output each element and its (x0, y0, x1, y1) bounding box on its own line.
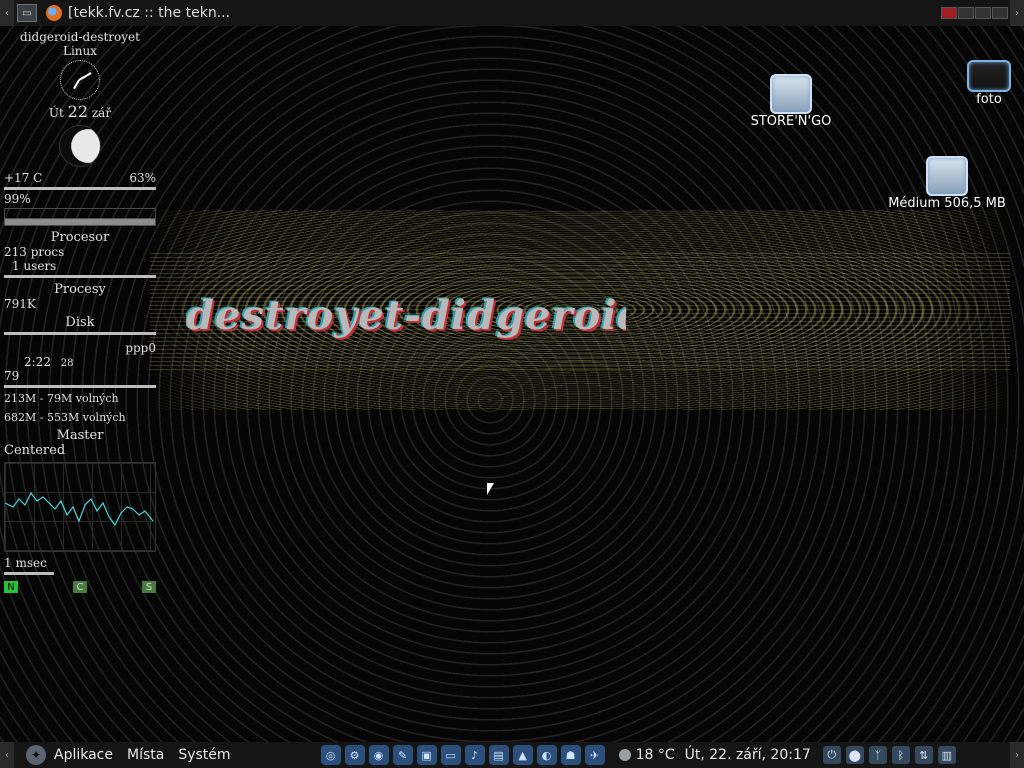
bluetooth-icon[interactable]: ᛒ (891, 746, 910, 764)
desktop-icon-storengo[interactable]: STORE'N'GO (748, 74, 834, 129)
desktop-icon-label: foto (976, 92, 1002, 107)
launcher-bar: ◎ ⚙ ◉ ✎ ▣ ▭ ♪ ▤ ▲ ◐ ☗ ✈ (320, 745, 605, 765)
terminal-icon[interactable]: ▣ (416, 745, 437, 765)
conky-disk-line: 682M - 553M volných (4, 411, 126, 424)
conky-procs: 213 procs (4, 245, 65, 259)
conky-mem-value: 791K (4, 297, 36, 311)
wireless-icon[interactable]: ᛉ (868, 746, 887, 764)
mouse-cursor-icon (487, 483, 494, 495)
analog-clock-icon (60, 60, 100, 100)
audio-oscilloscope-graph (4, 462, 156, 552)
window-icon[interactable]: ▭ (440, 745, 461, 765)
archive-icon[interactable]: ▤ (488, 745, 509, 765)
audio-icon[interactable]: ♪ (464, 745, 485, 765)
meter-s: S (142, 581, 156, 593)
conky-temperature: +17 C (4, 171, 43, 185)
show-desktop-icon[interactable]: ▭ (17, 4, 37, 22)
conky-users: 1 users (12, 259, 57, 273)
conky-disk-heading: Disk (65, 315, 95, 330)
conky-uptime: 2:22 (24, 355, 51, 369)
network-icon[interactable]: ◎ (320, 745, 341, 765)
taskbar-window-button[interactable]: [tekk.fv.cz :: the tekn... (46, 5, 230, 21)
taskbar-window-title: [tekk.fv.cz :: the tekn... (68, 5, 231, 21)
panel-hide-left-button[interactable]: ‹ (0, 742, 14, 768)
workspace-1[interactable] (941, 7, 957, 19)
conky-bar (4, 332, 156, 335)
menu-applications[interactable]: Aplikace (54, 747, 113, 763)
usb-drive-icon (770, 74, 812, 114)
panel-hide-right-button[interactable]: › (1010, 742, 1024, 768)
folder-drive-icon (967, 60, 1011, 92)
graphics-icon[interactable]: ✎ (392, 745, 413, 765)
panel-clock[interactable]: Út, 22. září, 20:17 (685, 747, 811, 763)
conky-bar (4, 275, 156, 278)
conky-bar (4, 187, 156, 190)
conky-hostname: didgeroid-destroyet (20, 30, 140, 44)
weather-icon (618, 749, 631, 761)
conky-humidity: 63% (129, 171, 156, 185)
moon-phase-icon (59, 125, 101, 167)
conky-month: zář (91, 106, 112, 120)
browser-icon[interactable]: ◐ (536, 745, 557, 765)
menu-system[interactable]: Systém (178, 747, 230, 763)
weather-temperature: 18 °C (635, 747, 675, 763)
cpu-graph (4, 208, 156, 226)
power-icon[interactable]: ⏻ (822, 746, 841, 764)
usb-drive-icon (926, 156, 968, 196)
desktop-icon-foto[interactable]: foto (964, 60, 1014, 107)
conky-system-monitor: didgeroid-destroyet Linux Út 22 zář +17 … (4, 30, 156, 593)
panel-hide-left-button[interactable]: ‹ (0, 0, 14, 26)
top-panel: ‹ ▭ [tekk.fv.cz :: the tekn... › (0, 0, 1024, 26)
conky-net-interface: ppp0 (125, 341, 156, 355)
desktop-icon-label: Médium 506,5 MB (888, 196, 1006, 211)
conky-cpu-percent: 99% (4, 192, 31, 206)
desktop-icon-medium[interactable]: Médium 506,5 MB (886, 156, 1008, 211)
vlc-icon[interactable]: ▲ (512, 745, 533, 765)
conky-audio-mode: Centered (4, 443, 66, 458)
conky-net-value: 79 (4, 369, 20, 383)
workspace-2[interactable] (958, 7, 974, 19)
meter-c: C (73, 581, 87, 593)
weather-applet[interactable]: 18 °C (618, 747, 675, 763)
desktop-icon-label: STORE'N'GO (750, 114, 832, 129)
conky-processes-heading: Procesy (54, 282, 106, 297)
conky-bar (4, 572, 54, 575)
conky-ram-line: 213M - 79M volných (4, 392, 119, 405)
photo-icon[interactable]: ◉ (368, 745, 389, 765)
conky-bar (4, 385, 156, 388)
network-status-icon[interactable]: ⇅ (914, 746, 933, 764)
bottom-panel: ‹ ✦ Aplikace Místa Systém ◎ ⚙ ◉ ✎ ▣ ▭ ♪ … (0, 742, 1024, 768)
settings-icon[interactable]: ⚙ (344, 745, 365, 765)
conky-day-name: Út (48, 106, 64, 120)
conky-os: Linux (62, 44, 98, 58)
bird-icon[interactable]: ✈ (584, 745, 605, 765)
oscilloscope-wave (5, 491, 154, 527)
workspace-switcher[interactable] (941, 7, 1008, 19)
menu-places[interactable]: Místa (127, 747, 164, 763)
trash-icon[interactable]: ▥ (937, 746, 956, 764)
meter-n: N (4, 581, 18, 593)
conky-uptime-extra: 28 (60, 358, 74, 369)
firefox-icon (46, 5, 62, 21)
conky-volume-label: Master (56, 428, 104, 443)
conky-latency: 1 msec (4, 556, 47, 570)
system-tray: ⏻ ⬤ ᛉ ᛒ ⇅ ▥ (822, 746, 956, 764)
game-icon[interactable]: ☗ (560, 745, 581, 765)
wallpaper-logo-text: destroyet-didgeroid (186, 292, 626, 339)
workspace-3[interactable] (975, 7, 991, 19)
gnome-foot-icon[interactable]: ✦ (26, 745, 46, 765)
workspace-4[interactable] (992, 7, 1008, 19)
panel-hide-right-button[interactable]: › (1010, 0, 1024, 26)
conky-processor-heading: Procesor (50, 230, 110, 245)
update-icon[interactable]: ⬤ (845, 746, 864, 764)
conky-day: 22 (67, 102, 89, 121)
